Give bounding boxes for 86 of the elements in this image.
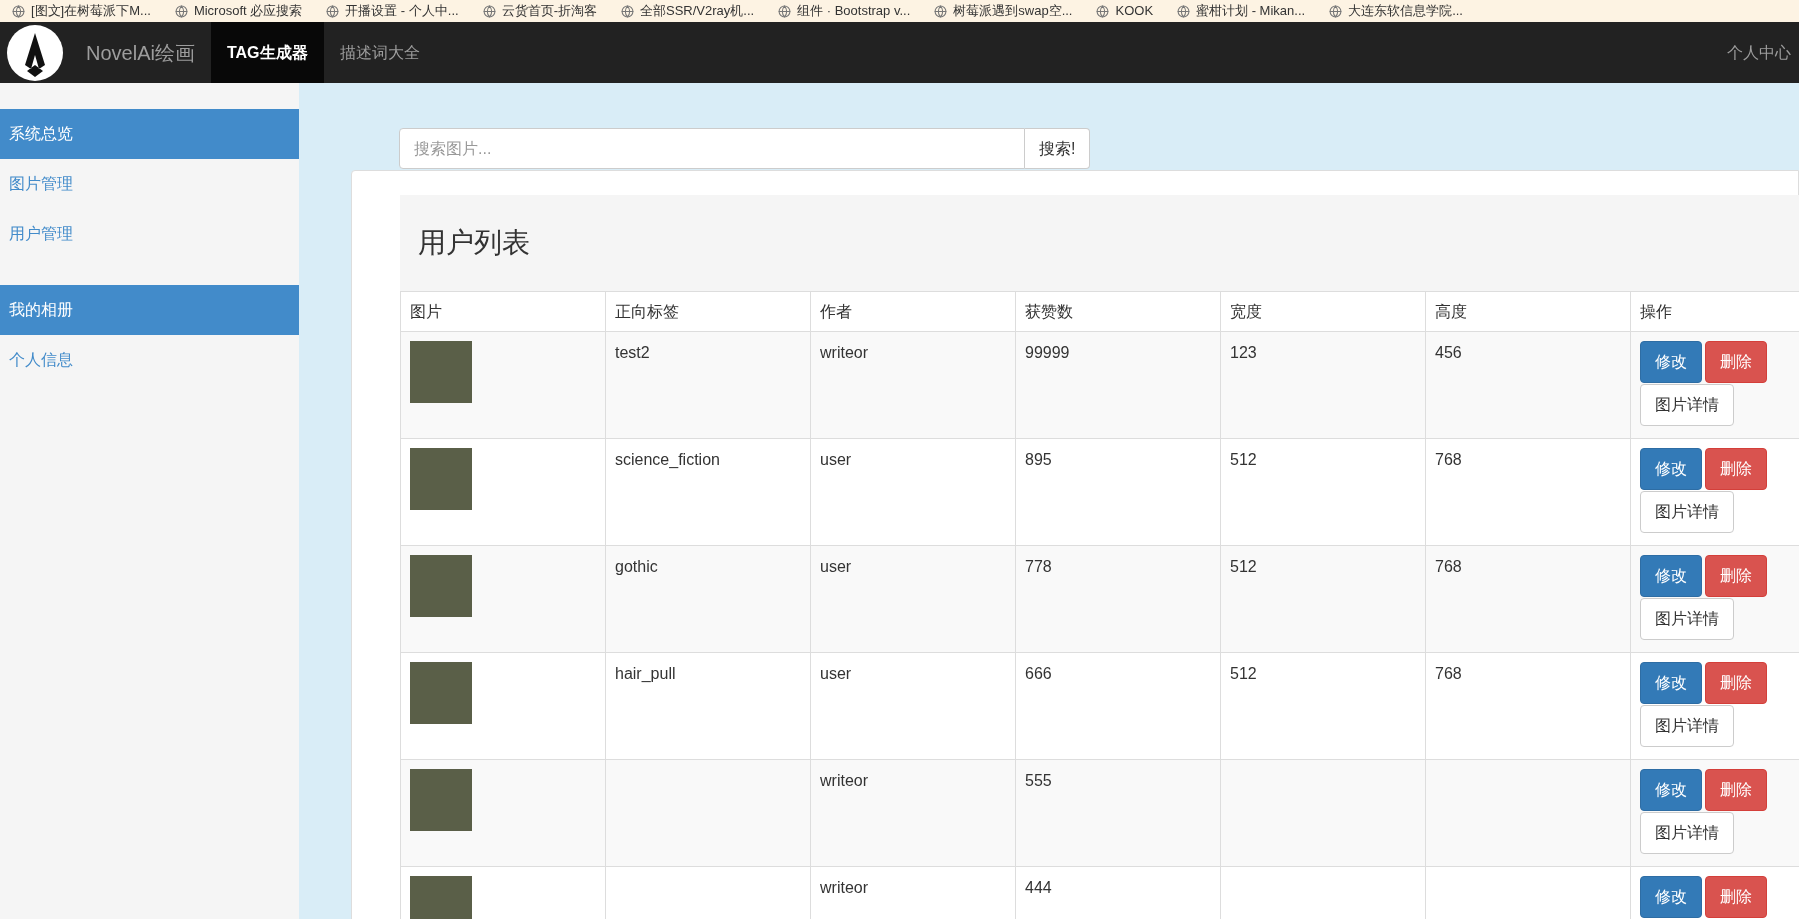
edit-button[interactable]: 修改 — [1640, 448, 1702, 490]
column-header: 操作 — [1630, 291, 1799, 332]
delete-button[interactable]: 删除 — [1705, 341, 1767, 383]
globe-icon — [934, 4, 948, 18]
bookmark-link[interactable]: 云货首页-折淘客 — [482, 1, 597, 21]
photo-placeholder — [410, 662, 472, 724]
table-cell: 555 — [1025, 772, 1052, 789]
globe-icon — [778, 4, 792, 18]
table-cell: 895 — [1025, 451, 1052, 468]
details-button[interactable]: 图片详情 — [1640, 705, 1734, 747]
photo-placeholder — [410, 341, 472, 403]
details-button[interactable]: 图片详情 — [1640, 491, 1734, 533]
table-cell: 512 — [1230, 558, 1257, 575]
table-cell: gothic — [615, 558, 658, 575]
bookmark-link[interactable]: 全部SSR/V2ray机... — [620, 1, 755, 21]
bookmark-link[interactable]: Microsoft 必应搜索 — [174, 1, 303, 21]
sidebar-item[interactable]: 用户管理 — [0, 209, 299, 259]
column-header: 宽度 — [1220, 291, 1426, 332]
delete-button[interactable]: 删除 — [1705, 662, 1767, 704]
table-cell: hair_pull — [615, 665, 676, 682]
bookmark-link[interactable]: 大连东软信息学院... — [1329, 1, 1463, 21]
delete-button[interactable]: 删除 — [1705, 769, 1767, 811]
photo-placeholder — [410, 555, 472, 617]
table-cell: writeor — [820, 879, 868, 896]
table-cell: 99999 — [1025, 344, 1070, 361]
nav-tab[interactable]: TAG生成器 — [210, 22, 324, 83]
edit-button[interactable]: 修改 — [1640, 876, 1702, 918]
edit-button[interactable]: 修改 — [1640, 555, 1702, 597]
globe-icon — [1096, 4, 1110, 18]
photo-placeholder — [410, 448, 472, 510]
table-cell: 456 — [1435, 344, 1462, 361]
photo-placeholder — [410, 769, 472, 831]
globe-icon — [620, 4, 634, 18]
details-button[interactable]: 图片详情 — [1640, 812, 1734, 854]
sidebar-item[interactable]: 图片管理 — [0, 159, 299, 209]
bookmark-link[interactable]: 组件 · Bootstrap v... — [778, 1, 911, 21]
brand-link[interactable]: NovelAi绘画 — [70, 37, 211, 68]
table-cell: user — [820, 558, 852, 575]
logo-icon — [7, 24, 63, 81]
table-cell: 778 — [1025, 558, 1052, 575]
edit-button[interactable]: 修改 — [1640, 769, 1702, 811]
table-cell: writeor — [820, 772, 868, 789]
globe-icon — [1177, 4, 1191, 18]
column-header: 图片 — [400, 291, 606, 332]
table-cell: 768 — [1435, 558, 1462, 575]
table-cell: 666 — [1025, 665, 1052, 682]
bookmark-link[interactable]: KOOK — [1096, 1, 1154, 21]
table-cell: writeor — [820, 344, 868, 361]
edit-button[interactable]: 修改 — [1640, 341, 1702, 383]
table-cell: 768 — [1435, 665, 1462, 682]
bookmark-link[interactable]: 开播设置 - 个人中... — [326, 1, 459, 21]
table-cell: science_fiction — [615, 451, 720, 468]
bookmark-link[interactable]: 树莓派遇到swap空... — [934, 1, 1073, 21]
delete-button[interactable]: 删除 — [1705, 555, 1767, 597]
table-title: 用户列表 — [418, 226, 530, 260]
table-cell: user — [820, 451, 852, 468]
sidebar-section-header[interactable]: 我的相册 — [0, 285, 299, 335]
nav-tab[interactable]: 描述词大全 — [323, 22, 436, 83]
edit-button[interactable]: 修改 — [1640, 662, 1702, 704]
delete-button[interactable]: 删除 — [1705, 448, 1767, 490]
column-header: 高度 — [1425, 291, 1631, 332]
table-cell: 123 — [1230, 344, 1257, 361]
globe-icon — [482, 4, 496, 18]
search-button[interactable]: 搜索! — [1025, 128, 1091, 169]
table-cell: 768 — [1435, 451, 1462, 468]
details-button[interactable]: 图片详情 — [1640, 384, 1734, 426]
table-cell: test2 — [615, 344, 650, 361]
table-cell: 512 — [1230, 451, 1257, 468]
globe-icon — [174, 4, 188, 18]
globe-icon — [326, 4, 340, 18]
user-center-link[interactable]: 个人中心 — [1719, 40, 1799, 65]
globe-icon — [12, 4, 25, 18]
column-header: 获赞数 — [1015, 291, 1221, 332]
bookmark-link[interactable]: [图文]在树莓派下M... — [12, 1, 151, 21]
globe-icon — [1329, 4, 1343, 18]
table-cell: 444 — [1025, 879, 1052, 896]
table-cell: user — [820, 665, 852, 682]
column-header: 作者 — [810, 291, 1016, 332]
sidebar-section-header[interactable]: 系统总览 — [0, 109, 299, 159]
column-header: 正向标签 — [605, 291, 811, 332]
details-button[interactable]: 图片详情 — [1640, 598, 1734, 640]
sidebar-item[interactable]: 个人信息 — [0, 335, 299, 385]
search-field[interactable]: 搜索图片... — [399, 128, 1025, 169]
delete-button[interactable]: 删除 — [1705, 876, 1767, 918]
bookmark-link[interactable]: 蜜柑计划 - Mikan... — [1177, 1, 1306, 21]
table-cell: 512 — [1230, 665, 1257, 682]
